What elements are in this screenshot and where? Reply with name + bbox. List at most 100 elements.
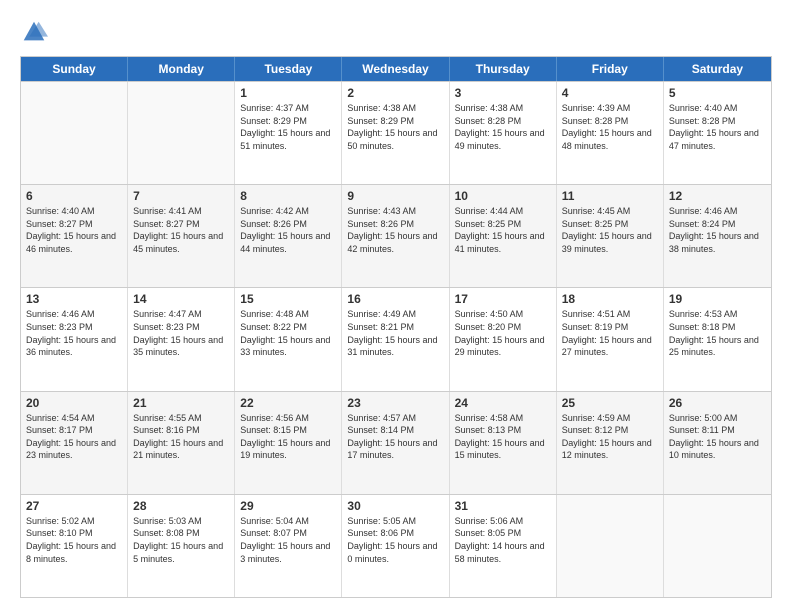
calendar-cell: 6 Sunrise: 4:40 AMSunset: 8:27 PMDaylight…	[21, 185, 128, 287]
cell-detail: Sunrise: 5:04 AMSunset: 8:07 PMDaylight:…	[240, 515, 336, 565]
cell-detail: Sunrise: 4:38 AMSunset: 8:28 PMDaylight:…	[455, 102, 551, 152]
day-number: 25	[562, 396, 658, 410]
cell-detail: Sunrise: 4:56 AMSunset: 8:15 PMDaylight:…	[240, 412, 336, 462]
header	[20, 18, 772, 46]
calendar-cell: 29 Sunrise: 5:04 AMSunset: 8:07 PMDayligh…	[235, 495, 342, 597]
calendar-cell: 19 Sunrise: 4:53 AMSunset: 8:18 PMDayligh…	[664, 288, 771, 390]
cell-detail: Sunrise: 4:38 AMSunset: 8:29 PMDaylight:…	[347, 102, 443, 152]
calendar-cell: 25Sunrise: 4:59 AMSunset: 8:12 PMDayligh…	[557, 392, 664, 494]
day-number: 8	[240, 189, 336, 203]
cell-detail: Sunrise: 5:00 AMSunset: 8:11 PMDaylight:…	[669, 412, 766, 462]
calendar-cell: 23 Sunrise: 4:57 AMSunset: 8:14 PMDayligh…	[342, 392, 449, 494]
day-number: 14	[133, 292, 229, 306]
cell-detail: Sunrise: 4:55 AMSunset: 8:16 PMDaylight:…	[133, 412, 229, 462]
day-of-week-header: Monday	[128, 57, 235, 81]
cell-detail: Sunrise: 4:47 AMSunset: 8:23 PMDaylight:…	[133, 308, 229, 358]
cell-detail: Sunrise: 4:37 AMSunset: 8:29 PMDaylight:…	[240, 102, 336, 152]
cell-detail: Sunrise: 5:05 AMSunset: 8:06 PMDaylight:…	[347, 515, 443, 565]
day-number: 12	[669, 189, 766, 203]
day-number: 20	[26, 396, 122, 410]
calendar-week: 20 Sunrise: 4:54 AMSunset: 8:17 PMDayligh…	[21, 391, 771, 494]
calendar-cell: 7 Sunrise: 4:41 AMSunset: 8:27 PMDaylight…	[128, 185, 235, 287]
cell-detail: Sunrise: 4:54 AMSunset: 8:17 PMDaylight:…	[26, 412, 122, 462]
calendar-cell: 21 Sunrise: 4:55 AMSunset: 8:16 PMDayligh…	[128, 392, 235, 494]
calendar-cell: 13 Sunrise: 4:46 AMSunset: 8:23 PMDayligh…	[21, 288, 128, 390]
calendar-cell: 26 Sunrise: 5:00 AMSunset: 8:11 PMDayligh…	[664, 392, 771, 494]
day-number: 6	[26, 189, 122, 203]
calendar-week: 27 Sunrise: 5:02 AMSunset: 8:10 PMDayligh…	[21, 494, 771, 597]
logo-icon	[20, 18, 48, 46]
calendar-cell: 27 Sunrise: 5:02 AMSunset: 8:10 PMDayligh…	[21, 495, 128, 597]
cell-detail: Sunrise: 4:58 AMSunset: 8:13 PMDaylight:…	[455, 412, 551, 462]
calendar-cell: 8 Sunrise: 4:42 AMSunset: 8:26 PMDaylight…	[235, 185, 342, 287]
calendar-cell: 18 Sunrise: 4:51 AMSunset: 8:19 PMDayligh…	[557, 288, 664, 390]
calendar-cell: 24 Sunrise: 4:58 AMSunset: 8:13 PMDayligh…	[450, 392, 557, 494]
day-number: 17	[455, 292, 551, 306]
calendar: SundayMondayTuesdayWednesdayThursdayFrid…	[20, 56, 772, 598]
calendar-cell: 20 Sunrise: 4:54 AMSunset: 8:17 PMDayligh…	[21, 392, 128, 494]
logo	[20, 18, 50, 46]
cell-detail: Sunrise: 4:51 AMSunset: 8:19 PMDaylight:…	[562, 308, 658, 358]
calendar-cell: 5Sunrise: 4:40 AMSunset: 8:28 PMDaylight…	[664, 82, 771, 184]
page: SundayMondayTuesdayWednesdayThursdayFrid…	[0, 0, 792, 612]
day-number: 18	[562, 292, 658, 306]
calendar-week: 6 Sunrise: 4:40 AMSunset: 8:27 PMDaylight…	[21, 184, 771, 287]
cell-detail: Sunrise: 4:43 AMSunset: 8:26 PMDaylight:…	[347, 205, 443, 255]
cell-detail: Sunrise: 4:50 AMSunset: 8:20 PMDaylight:…	[455, 308, 551, 358]
calendar-cell: 9 Sunrise: 4:43 AMSunset: 8:26 PMDaylight…	[342, 185, 449, 287]
cell-detail: Sunrise: 5:02 AMSunset: 8:10 PMDaylight:…	[26, 515, 122, 565]
calendar-cell: 10 Sunrise: 4:44 AMSunset: 8:25 PMDayligh…	[450, 185, 557, 287]
day-number: 11	[562, 189, 658, 203]
day-number: 19	[669, 292, 766, 306]
day-number: 21	[133, 396, 229, 410]
cell-detail: Sunrise: 4:57 AMSunset: 8:14 PMDaylight:…	[347, 412, 443, 462]
day-number: 29	[240, 499, 336, 513]
cell-detail: Sunrise: 4:53 AMSunset: 8:18 PMDaylight:…	[669, 308, 766, 358]
calendar-cell: 1 Sunrise: 4:37 AMSunset: 8:29 PMDaylight…	[235, 82, 342, 184]
calendar-cell: 11Sunrise: 4:45 AMSunset: 8:25 PMDayligh…	[557, 185, 664, 287]
calendar-cell	[664, 495, 771, 597]
day-number: 22	[240, 396, 336, 410]
day-of-week-header: Sunday	[21, 57, 128, 81]
cell-detail: Sunrise: 4:48 AMSunset: 8:22 PMDaylight:…	[240, 308, 336, 358]
calendar-cell	[557, 495, 664, 597]
calendar-cell: 17 Sunrise: 4:50 AMSunset: 8:20 PMDayligh…	[450, 288, 557, 390]
cell-detail: Sunrise: 4:46 AMSunset: 8:23 PMDaylight:…	[26, 308, 122, 358]
cell-detail: Sunrise: 4:46 AMSunset: 8:24 PMDaylight:…	[669, 205, 766, 255]
calendar-cell	[128, 82, 235, 184]
calendar-week: 13 Sunrise: 4:46 AMSunset: 8:23 PMDayligh…	[21, 287, 771, 390]
calendar-cell: 16Sunrise: 4:49 AMSunset: 8:21 PMDayligh…	[342, 288, 449, 390]
cell-detail: Sunrise: 4:41 AMSunset: 8:27 PMDaylight:…	[133, 205, 229, 255]
day-number: 2	[347, 86, 443, 100]
day-of-week-header: Wednesday	[342, 57, 449, 81]
calendar-header-row: SundayMondayTuesdayWednesdayThursdayFrid…	[21, 57, 771, 81]
cell-detail: Sunrise: 4:42 AMSunset: 8:26 PMDaylight:…	[240, 205, 336, 255]
calendar-body: 1 Sunrise: 4:37 AMSunset: 8:29 PMDaylight…	[21, 81, 771, 597]
day-number: 10	[455, 189, 551, 203]
day-number: 31	[455, 499, 551, 513]
day-of-week-header: Tuesday	[235, 57, 342, 81]
day-number: 9	[347, 189, 443, 203]
cell-detail: Sunrise: 4:40 AMSunset: 8:27 PMDaylight:…	[26, 205, 122, 255]
day-number: 1	[240, 86, 336, 100]
calendar-cell: 2 Sunrise: 4:38 AMSunset: 8:29 PMDaylight…	[342, 82, 449, 184]
cell-detail: Sunrise: 4:44 AMSunset: 8:25 PMDaylight:…	[455, 205, 551, 255]
day-number: 30	[347, 499, 443, 513]
day-number: 27	[26, 499, 122, 513]
day-number: 7	[133, 189, 229, 203]
day-number: 3	[455, 86, 551, 100]
day-number: 5	[669, 86, 766, 100]
day-number: 24	[455, 396, 551, 410]
day-of-week-header: Thursday	[450, 57, 557, 81]
day-number: 13	[26, 292, 122, 306]
calendar-cell	[21, 82, 128, 184]
calendar-cell: 15 Sunrise: 4:48 AMSunset: 8:22 PMDayligh…	[235, 288, 342, 390]
calendar-cell: 3 Sunrise: 4:38 AMSunset: 8:28 PMDaylight…	[450, 82, 557, 184]
day-number: 23	[347, 396, 443, 410]
calendar-cell: 28Sunrise: 5:03 AMSunset: 8:08 PMDayligh…	[128, 495, 235, 597]
day-number: 15	[240, 292, 336, 306]
calendar-cell: 31Sunrise: 5:06 AMSunset: 8:05 PMDayligh…	[450, 495, 557, 597]
day-number: 28	[133, 499, 229, 513]
day-number: 26	[669, 396, 766, 410]
cell-detail: Sunrise: 4:49 AMSunset: 8:21 PMDaylight:…	[347, 308, 443, 358]
